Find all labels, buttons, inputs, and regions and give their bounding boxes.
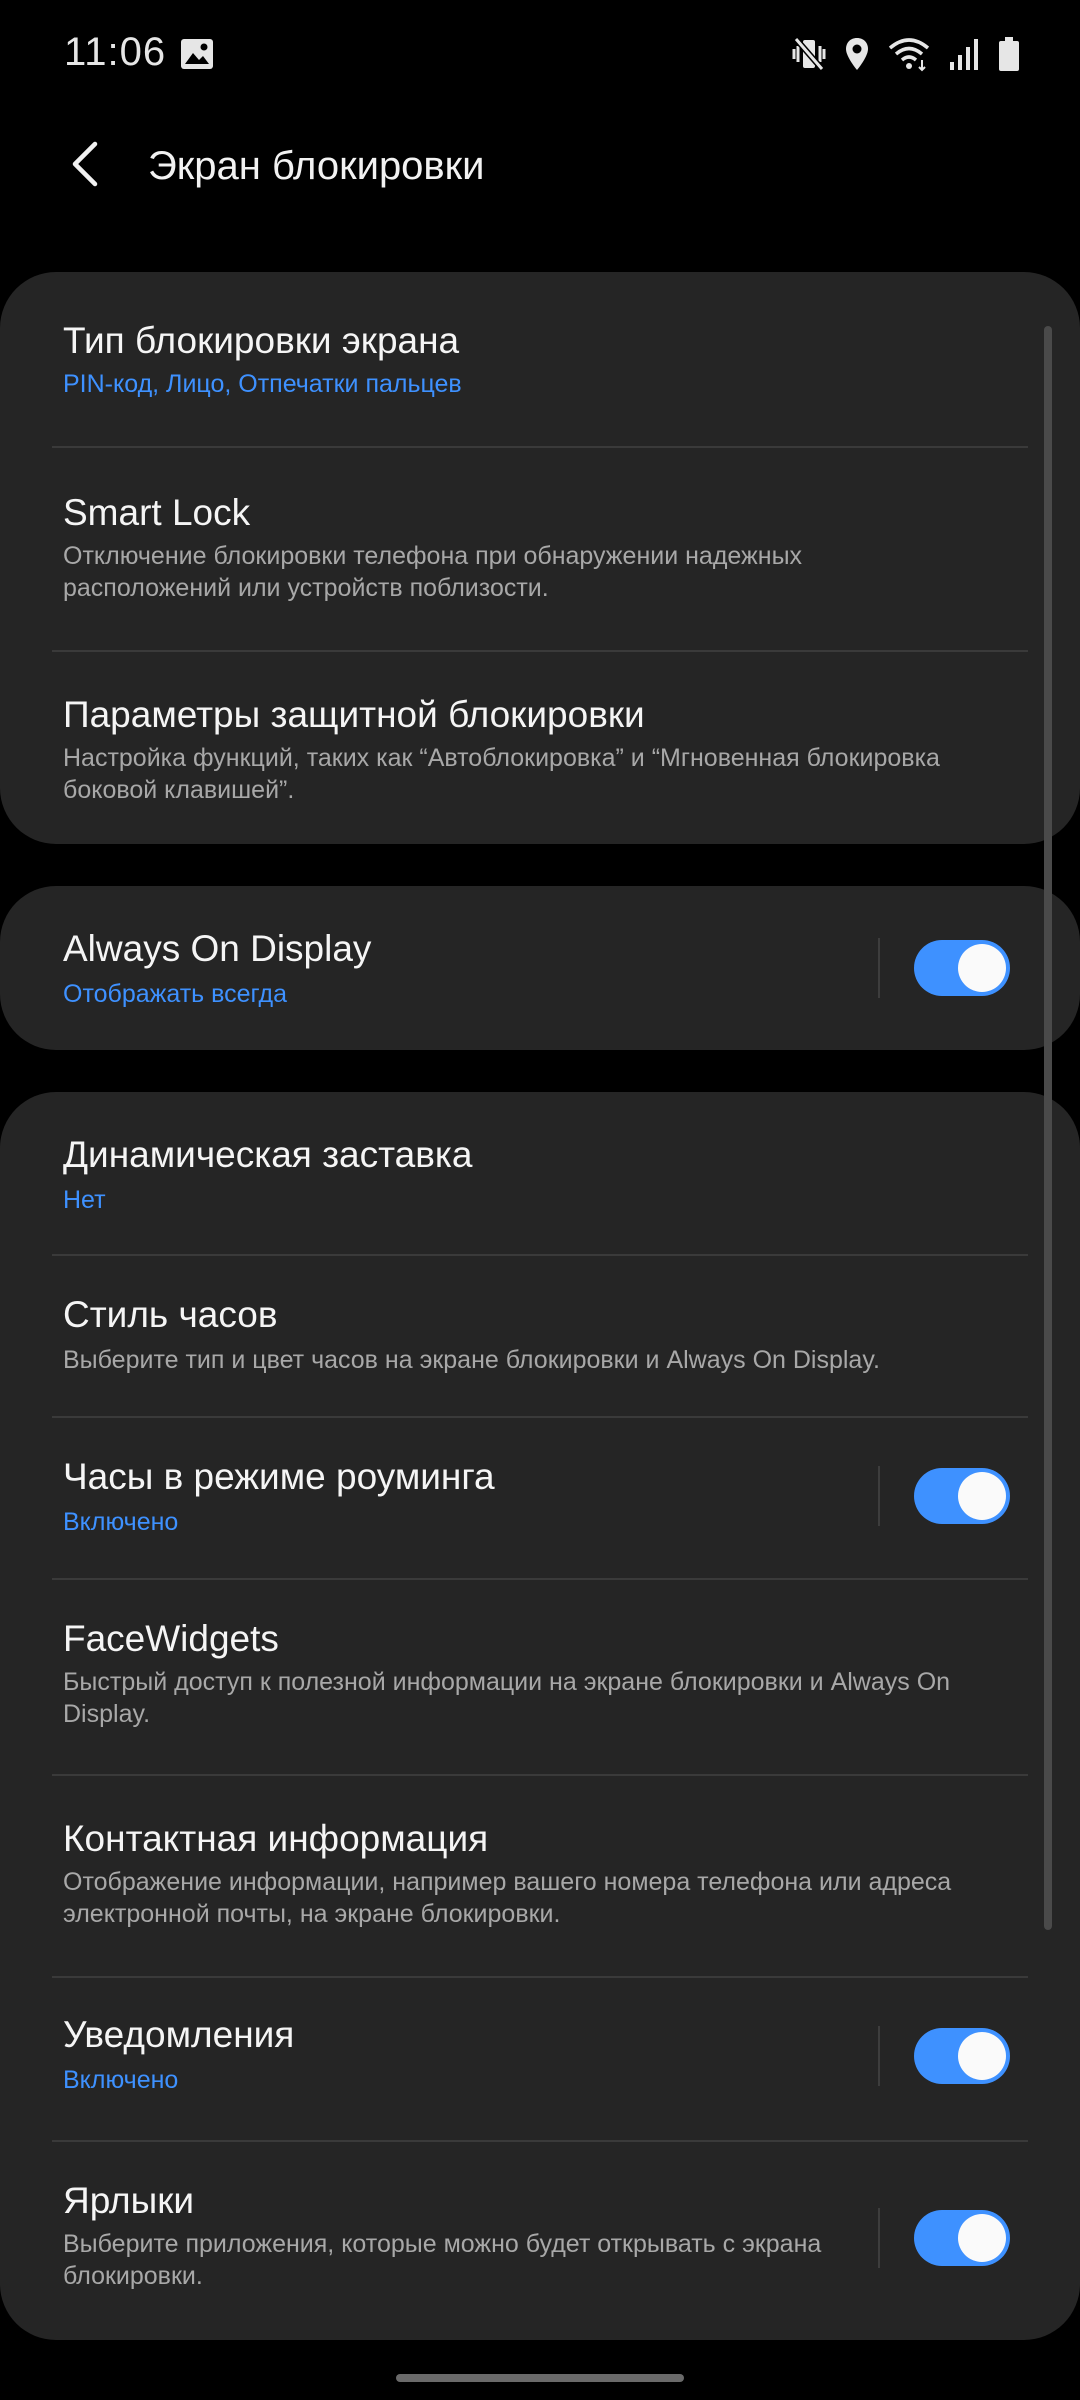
toggle-knob — [958, 944, 1006, 992]
roaming-clock-toggle[interactable] — [914, 1468, 1010, 1524]
setting-roaming-clock[interactable]: Часы в режиме роуминга Включено — [0, 1418, 1080, 1578]
battery-icon — [998, 36, 1020, 72]
setting-title: Тип блокировки экрана — [63, 320, 460, 361]
status-icons — [792, 34, 1020, 74]
setting-subtitle: Нет — [63, 1186, 106, 1214]
setting-title: Ярлыки — [63, 2180, 195, 2221]
setting-contact-info[interactable]: Контактная информация Отображение информ… — [0, 1776, 1080, 1976]
setting-shortcuts[interactable]: Ярлыки Выберите приложения, которые можн… — [0, 2142, 1080, 2340]
toggle-knob — [958, 2032, 1006, 2080]
lock-screen-features-group: Динамическая заставка Нет Стиль часов Вы… — [0, 1092, 1080, 2340]
setting-facewidgets[interactable]: FaceWidgets Быстрый доступ к полезной ин… — [0, 1580, 1080, 1774]
setting-title: Always On Display — [63, 928, 372, 969]
setting-subtitle: Выберите приложения, которые можно будет… — [63, 2230, 822, 2290]
setting-subtitle: Выберите тип и цвет часов на экране блок… — [63, 1346, 880, 1374]
setting-subtitle: PIN-код, Лицо, Отпечатки пальцев — [63, 370, 462, 398]
always-on-display-toggle[interactable] — [914, 940, 1010, 996]
setting-subtitle: Отображение информации, например вашего … — [63, 1868, 952, 1928]
app-header: Экран блокировки — [0, 108, 1080, 228]
notifications-toggle[interactable] — [914, 2028, 1010, 2084]
vertical-separator — [878, 1466, 880, 1526]
setting-title: Уведомления — [63, 2014, 295, 2055]
setting-secure-lock[interactable]: Параметры защитной блокировки Настройка … — [0, 652, 1080, 844]
setting-title: Smart Lock — [63, 492, 251, 533]
setting-title: FaceWidgets — [63, 1618, 279, 1659]
signal-icon — [948, 36, 980, 72]
setting-title: Стиль часов — [63, 1294, 278, 1335]
setting-subtitle: Быстрый доступ к полезной информации на … — [63, 1668, 951, 1728]
scrollbar[interactable] — [1044, 326, 1052, 1930]
setting-dynamic-lock-screen[interactable]: Динамическая заставка Нет — [0, 1092, 1080, 1254]
setting-subtitle: Включено — [63, 1508, 179, 1536]
back-button[interactable] — [48, 130, 120, 202]
always-on-display-group: Always On Display Отображать всегда — [0, 886, 1080, 1050]
wifi-icon — [888, 36, 930, 72]
status-bar: 11:06 — [0, 0, 1080, 108]
back-arrow-icon — [69, 141, 99, 192]
setting-always-on-display[interactable]: Always On Display Отображать всегда — [0, 886, 1080, 1050]
image-icon — [180, 38, 214, 70]
status-time: 11:06 — [64, 30, 167, 74]
shortcuts-toggle[interactable] — [914, 2210, 1010, 2266]
setting-title: Параметры защитной блокировки — [63, 694, 645, 735]
gesture-nav-pill[interactable] — [396, 2374, 684, 2382]
setting-subtitle: Отключение блокировки телефона при обнар… — [63, 542, 803, 602]
vertical-separator — [878, 938, 880, 998]
page-title: Экран блокировки — [148, 144, 485, 188]
mute-vibrate-icon — [792, 36, 826, 72]
lock-type-group: Тип блокировки экрана PIN-код, Лицо, Отп… — [0, 272, 1080, 844]
setting-title: Динамическая заставка — [63, 1134, 473, 1175]
setting-subtitle: Настройка функций, таких как “Автоблокир… — [63, 744, 940, 804]
setting-subtitle: Включено — [63, 2066, 179, 2094]
location-icon — [844, 36, 870, 72]
setting-title: Контактная информация — [63, 1818, 489, 1859]
toggle-knob — [958, 1472, 1006, 1520]
vertical-separator — [878, 2208, 880, 2268]
setting-title: Часы в режиме роуминга — [63, 1456, 495, 1497]
vertical-separator — [878, 2026, 880, 2086]
setting-smart-lock[interactable]: Smart Lock Отключение блокировки телефон… — [0, 448, 1080, 650]
toggle-knob — [958, 2214, 1006, 2262]
setting-notifications[interactable]: Уведомления Включено — [0, 1978, 1080, 2140]
setting-subtitle: Отображать всегда — [63, 980, 288, 1008]
setting-clock-style[interactable]: Стиль часов Выберите тип и цвет часов на… — [0, 1256, 1080, 1416]
setting-lock-type[interactable]: Тип блокировки экрана PIN-код, Лицо, Отп… — [0, 272, 1080, 446]
